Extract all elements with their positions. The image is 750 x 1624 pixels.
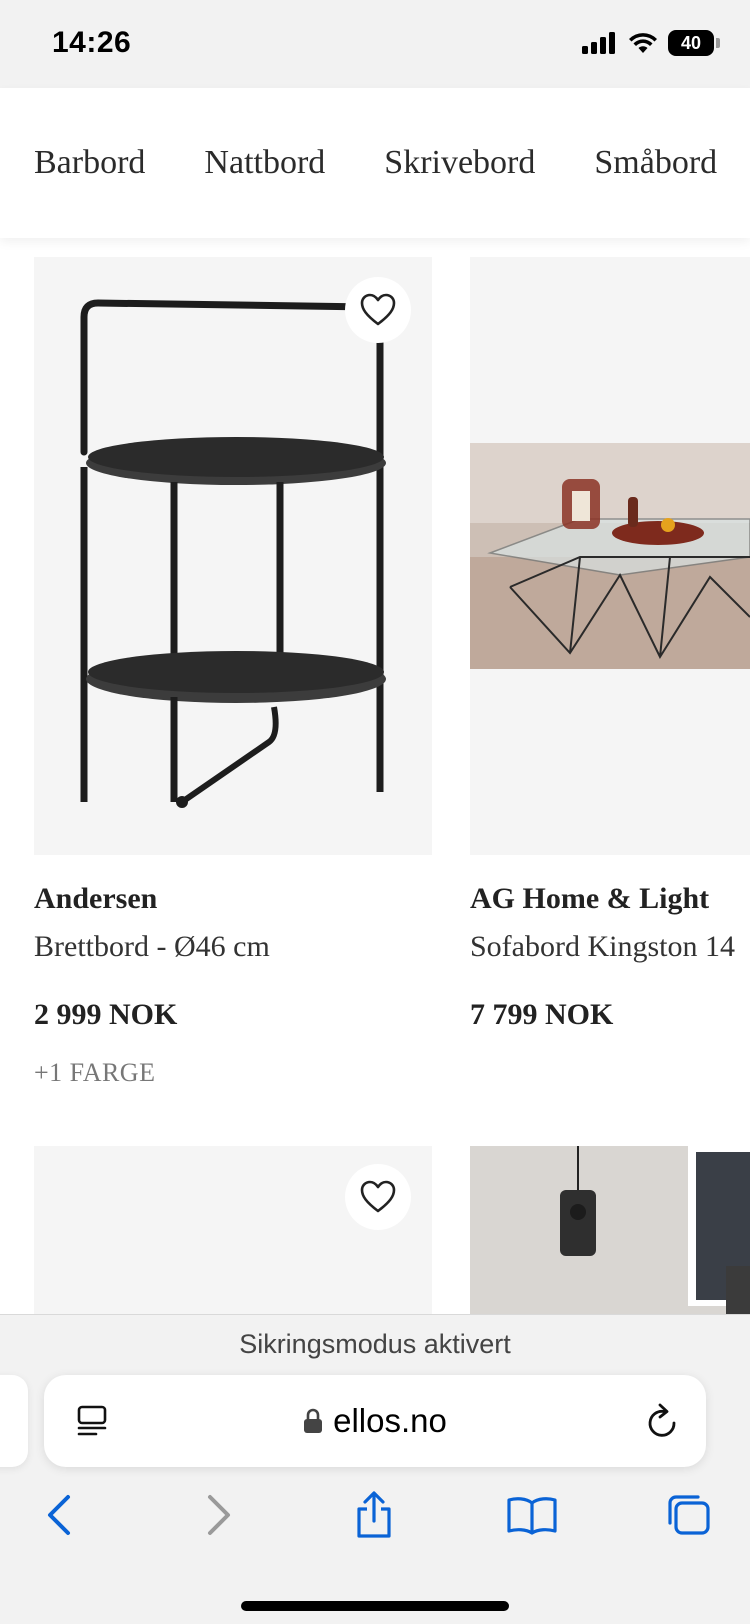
category-skrivebord[interactable]: Skrivebord [384,144,535,182]
tabs-button[interactable] [653,1475,723,1555]
status-icons: 40 [582,30,720,56]
product-brand[interactable]: AG Home & Light [470,882,709,916]
product-price: 7 799 NOK [470,998,614,1031]
product-image-wall-lamp[interactable] [470,1146,750,1314]
product-image-tray-table[interactable] [34,257,432,855]
coffee-table-photo [470,443,750,669]
product-brand[interactable]: Andersen [34,882,157,916]
tray-table-illustration [80,299,386,808]
category-barbord[interactable]: Barbord [34,144,145,182]
lock-icon [304,1408,323,1433]
share-button[interactable] [339,1475,409,1555]
wall-lamp-photo [560,1146,750,1314]
wifi-icon [629,33,657,53]
heart-icon [360,293,396,326]
bookmarks-button[interactable] [497,1475,567,1555]
battery-level: 40 [680,32,702,53]
category-nav: Barbord Nattbord Skrivebord Småbord [0,88,750,238]
category-nattbord[interactable]: Nattbord [204,144,325,182]
browser-bottom-bar: Sikringsmodus aktivert ellos.no [0,1314,750,1624]
chevron-right-icon [208,1495,230,1535]
signal-icon [582,32,615,54]
book-icon [507,1497,557,1535]
product-color-count[interactable]: +1 FARGE [34,1058,155,1088]
browser-toolbar [0,1475,750,1555]
previous-tab-preview[interactable] [0,1375,28,1467]
product-name[interactable]: Sofabord Kingston 14 [470,930,735,964]
status-bar: 14:26 40 [0,0,750,88]
heart-icon [360,1180,396,1213]
category-smabord[interactable]: Småbord [594,144,717,182]
address-bar[interactable]: ellos.no [44,1375,706,1467]
product-image-coffee-table[interactable] [470,257,750,855]
status-time: 14:26 [52,26,132,59]
favorite-button[interactable] [345,277,411,343]
lockdown-mode-notice: Sikringsmodus aktivert [239,1329,511,1359]
url-display[interactable]: ellos.no [44,1375,706,1467]
share-icon [357,1491,391,1538]
product-price: 2 999 NOK [34,998,178,1031]
reload-icon[interactable] [644,1401,680,1441]
url-text[interactable]: ellos.no [333,1402,447,1440]
home-indicator[interactable] [241,1601,509,1611]
product-name[interactable]: Brettbord - Ø46 cm [34,930,270,964]
back-button[interactable] [24,1475,94,1555]
favorite-button[interactable] [345,1164,411,1230]
chevron-left-icon [48,1495,70,1535]
battery-icon: 40 [668,30,714,56]
forward-button[interactable] [184,1475,254,1555]
product-image[interactable] [34,1146,432,1314]
battery-cap [716,38,720,48]
tabs-icon [668,1495,710,1535]
